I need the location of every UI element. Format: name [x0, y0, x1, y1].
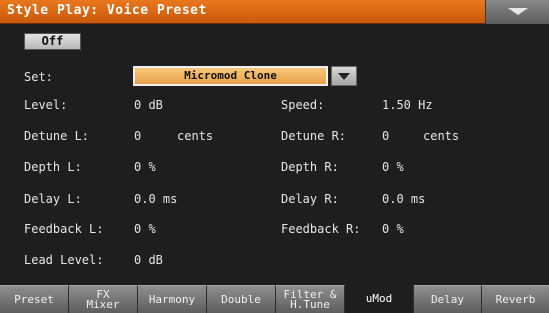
tab-preset[interactable]: Preset [0, 285, 69, 313]
delay-l-value[interactable]: 0.0 ms [134, 192, 177, 206]
feedback-r-value[interactable]: 0 % [382, 222, 404, 236]
feedback-l-label: Feedback L: [24, 222, 104, 236]
delay-r-value[interactable]: 0.0 ms [382, 192, 425, 206]
set-label: Set: [24, 70, 53, 84]
detune-l-value[interactable]: 0 [134, 129, 141, 143]
detune-r-unit: cents [423, 129, 460, 143]
chevron-down-icon [508, 8, 528, 15]
lead-level-label: Lead Level: [24, 253, 104, 267]
detune-l-unit: cents [177, 129, 214, 143]
tab-bar: Preset FX Mixer Harmony Double Filter & … [0, 285, 549, 313]
feedback-l-value[interactable]: 0 % [134, 222, 156, 236]
speed-label: Speed: [281, 98, 325, 112]
tab-label: Preset [14, 292, 54, 306]
level-label: Level: [24, 98, 68, 112]
tab-label-line2: Mixer [86, 297, 120, 311]
tab-label: Delay [430, 292, 465, 306]
tab-label: uMod [365, 292, 393, 305]
tab-delay[interactable]: Delay [414, 285, 482, 313]
detune-r-label: Detune R: [281, 129, 347, 143]
off-toggle-button[interactable]: Off [24, 33, 81, 50]
detune-r-value[interactable]: 0 [382, 129, 389, 143]
delay-r-label: Delay R: [281, 192, 339, 206]
voice-preset-screen: Style Play: Voice Preset Off Set: Microm… [0, 0, 549, 313]
window-title: Style Play: Voice Preset [7, 3, 207, 18]
tab-label: Harmony [148, 292, 196, 306]
depth-r-value[interactable]: 0 % [382, 160, 404, 174]
tab-fx-mixer[interactable]: FX Mixer [69, 285, 138, 313]
tab-label: Double [221, 292, 261, 306]
feedback-r-label: Feedback R: [281, 222, 361, 236]
chevron-down-icon [338, 73, 350, 80]
tab-harmony[interactable]: Harmony [138, 285, 207, 313]
tab-filter-htune[interactable]: Filter & H.Tune [276, 285, 345, 313]
depth-l-value[interactable]: 0 % [134, 160, 156, 174]
depth-l-label: Depth L: [24, 160, 82, 174]
delay-l-label: Delay L: [24, 192, 82, 206]
set-dropdown-button[interactable] [331, 66, 357, 86]
speed-value[interactable]: 1.50 Hz [382, 98, 433, 112]
depth-r-label: Depth R: [281, 160, 339, 174]
page-menu-button[interactable] [485, 0, 549, 24]
detune-l-label: Detune L: [24, 129, 90, 143]
lead-level-value[interactable]: 0 dB [134, 253, 163, 267]
tab-label-line2: H.Tune [290, 297, 330, 311]
tab-double[interactable]: Double [207, 285, 276, 313]
tab-reverb[interactable]: Reverb [482, 285, 549, 313]
set-dropdown[interactable]: Micromod Clone [133, 66, 328, 86]
title-bar: Style Play: Voice Preset [0, 0, 549, 24]
tab-umod[interactable]: uMod [345, 285, 414, 313]
level-value[interactable]: 0 dB [134, 98, 163, 112]
tab-label: Reverb [495, 292, 536, 306]
